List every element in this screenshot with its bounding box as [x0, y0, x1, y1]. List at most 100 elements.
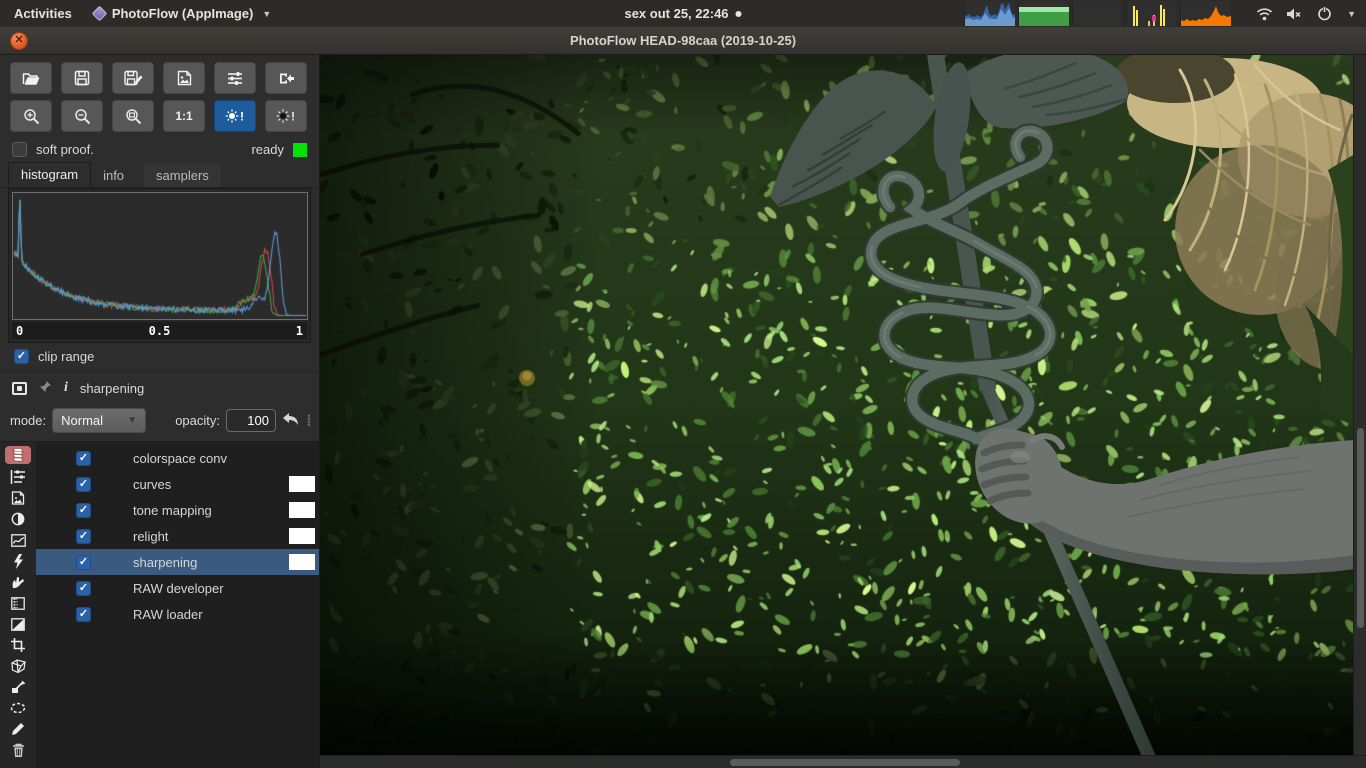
- image-tool-icon[interactable]: [5, 488, 31, 508]
- layer-row-raw-developer[interactable]: ✓RAW developer: [36, 575, 319, 601]
- opacity-input[interactable]: 100: [226, 409, 276, 432]
- memory-graph-indicator[interactable]: [1018, 1, 1068, 26]
- export-arrow-icon: [278, 71, 295, 86]
- layer-row-curves[interactable]: ✓curves: [36, 471, 319, 497]
- draw-tool-icon[interactable]: [5, 719, 31, 739]
- blend-mode-dropdown[interactable]: Normal ▼: [52, 408, 146, 433]
- open-file-button[interactable]: [10, 62, 52, 94]
- layer-visible-checkbox[interactable]: ✓: [76, 529, 91, 544]
- layer-row-colorspace-conv[interactable]: ✓colorspace conv: [36, 445, 319, 471]
- layer-visible-checkbox[interactable]: ✓: [76, 477, 91, 492]
- window-titlebar[interactable]: ✕ PhotoFlow HEAD-98caa (2019-10-25): [0, 27, 1366, 55]
- window-close-button[interactable]: ✕: [10, 32, 28, 50]
- save-button[interactable]: [61, 62, 103, 94]
- undo-icon[interactable]: [282, 412, 299, 429]
- svg-text:!: !: [240, 110, 244, 124]
- layers-area: ✓colorspace conv✓curves✓tone mapping✓rel…: [0, 441, 319, 768]
- layer-preview-thumbnail[interactable]: [289, 476, 315, 492]
- zoom-in-button[interactable]: [10, 100, 52, 132]
- lightning-tool-icon[interactable]: [5, 551, 31, 571]
- highlight-clip-warning-button[interactable]: !: [214, 100, 256, 132]
- highlight-warning-icon: !: [225, 108, 245, 124]
- trash-tool-icon[interactable]: [5, 740, 31, 760]
- tool-strip: [0, 442, 36, 768]
- zoom-out-button[interactable]: [61, 100, 103, 132]
- cpu-graph-indicator[interactable]: [964, 1, 1014, 26]
- histogram-axis: 0 0.5 1: [12, 322, 307, 339]
- export-image-button[interactable]: [163, 62, 205, 94]
- horizontal-scrollbar[interactable]: [320, 755, 1366, 768]
- layer-preview-thumbnail[interactable]: [289, 554, 315, 570]
- layer-visible-checkbox[interactable]: ✓: [76, 503, 91, 518]
- layer-row-sharpening[interactable]: ✓ sharpening: [36, 549, 319, 575]
- disk-graph-indicator[interactable]: [1126, 1, 1176, 26]
- layer-visible-checkbox[interactable]: ✓: [76, 451, 91, 466]
- ellipse-tool-icon[interactable]: [5, 698, 31, 718]
- scale-tool-icon[interactable]: [5, 677, 31, 697]
- save-as-button[interactable]: [112, 62, 154, 94]
- volume-muted-icon[interactable]: [1286, 7, 1304, 21]
- chevron-down-icon: ▼: [262, 9, 271, 19]
- adjustments-tool-icon[interactable]: [5, 467, 31, 487]
- perspective-tool-icon[interactable]: [5, 656, 31, 676]
- zoom-fit-button[interactable]: [112, 100, 154, 132]
- gradient-tool-icon[interactable]: [5, 614, 31, 634]
- panel-drag-handle[interactable]: ••••: [305, 415, 313, 427]
- shadow-warning-icon: !: [276, 108, 296, 124]
- image-canvas-area[interactable]: [320, 55, 1366, 768]
- photoflow-app-icon: [92, 6, 108, 22]
- system-menu-chevron-icon[interactable]: ▼: [1347, 9, 1356, 19]
- layer-visible-checkbox[interactable]: ✓: [76, 607, 91, 622]
- layer-row-raw-loader[interactable]: ✓RAW loader: [36, 601, 319, 627]
- layer-name: sharpening: [133, 555, 197, 570]
- clock-label: sex out 25, 22:46: [624, 6, 728, 21]
- mode-row: mode: Normal ▼ opacity: 100 ••••: [0, 402, 319, 441]
- axis-min-label: 0: [16, 324, 23, 338]
- soft-proof-label: soft proof.: [36, 142, 94, 157]
- panel-tabs: histogram info samplers: [0, 161, 319, 188]
- window-title: PhotoFlow HEAD-98caa (2019-10-25): [570, 33, 796, 48]
- app-menu-button[interactable]: PhotoFlow (AppImage) ▼: [94, 6, 271, 21]
- halftone-tool-icon[interactable]: [5, 593, 31, 613]
- zoom-100-button[interactable]: 1:1: [163, 100, 205, 132]
- contrast-tool-icon[interactable]: [5, 509, 31, 529]
- blank-graph-indicator[interactable]: [1072, 1, 1122, 26]
- tab-info[interactable]: info: [91, 164, 136, 187]
- layer-visible-checkbox[interactable]: ✓: [76, 581, 91, 596]
- shadow-clip-warning-button[interactable]: !: [265, 100, 307, 132]
- layer-row-relight[interactable]: ✓relight: [36, 523, 319, 549]
- histogram-plot: [12, 192, 308, 320]
- info-icon[interactable]: i: [64, 380, 68, 396]
- wifi-icon[interactable]: [1256, 7, 1273, 21]
- notification-dot-icon: [736, 11, 742, 17]
- network-graph-indicator[interactable]: [1180, 1, 1230, 26]
- clock-button[interactable]: sex out 25, 22:46: [624, 6, 741, 21]
- soft-proof-checkbox[interactable]: [12, 142, 27, 157]
- layer-preview-toggle-icon[interactable]: [12, 382, 27, 395]
- sliders-icon: [227, 71, 243, 86]
- save-as-icon: [124, 70, 143, 86]
- tab-histogram[interactable]: histogram: [8, 162, 91, 187]
- tab-samplers[interactable]: samplers: [144, 164, 221, 187]
- pin-icon[interactable]: [39, 380, 52, 396]
- activities-button[interactable]: Activities: [14, 6, 72, 21]
- histogram-panel: 0 0.5 1: [8, 188, 311, 343]
- warp-tool-icon[interactable]: [5, 572, 31, 592]
- crop-tool-icon[interactable]: [5, 635, 31, 655]
- photo-image[interactable]: [320, 55, 1353, 755]
- layer-preview-thumbnail[interactable]: [289, 502, 315, 518]
- layers-tool-icon[interactable]: [5, 446, 31, 464]
- settings-button[interactable]: [214, 62, 256, 94]
- clip-range-checkbox[interactable]: ✓: [14, 349, 29, 364]
- vertical-scrollbar[interactable]: [1353, 55, 1366, 755]
- layer-header-row: i sharpening: [0, 372, 319, 402]
- export-button[interactable]: [265, 62, 307, 94]
- vertical-scrollbar-thumb[interactable]: [1357, 428, 1364, 628]
- layer-row-tone-mapping[interactable]: ✓tone mapping: [36, 497, 319, 523]
- layer-visible-checkbox[interactable]: ✓: [76, 555, 91, 570]
- power-icon[interactable]: [1317, 6, 1332, 21]
- curve-tool-icon[interactable]: [5, 530, 31, 550]
- horizontal-scrollbar-thumb[interactable]: [730, 759, 960, 766]
- left-panel: 1:1 ! ! soft proof. ready histogram info…: [0, 55, 320, 768]
- layer-preview-thumbnail[interactable]: [289, 528, 315, 544]
